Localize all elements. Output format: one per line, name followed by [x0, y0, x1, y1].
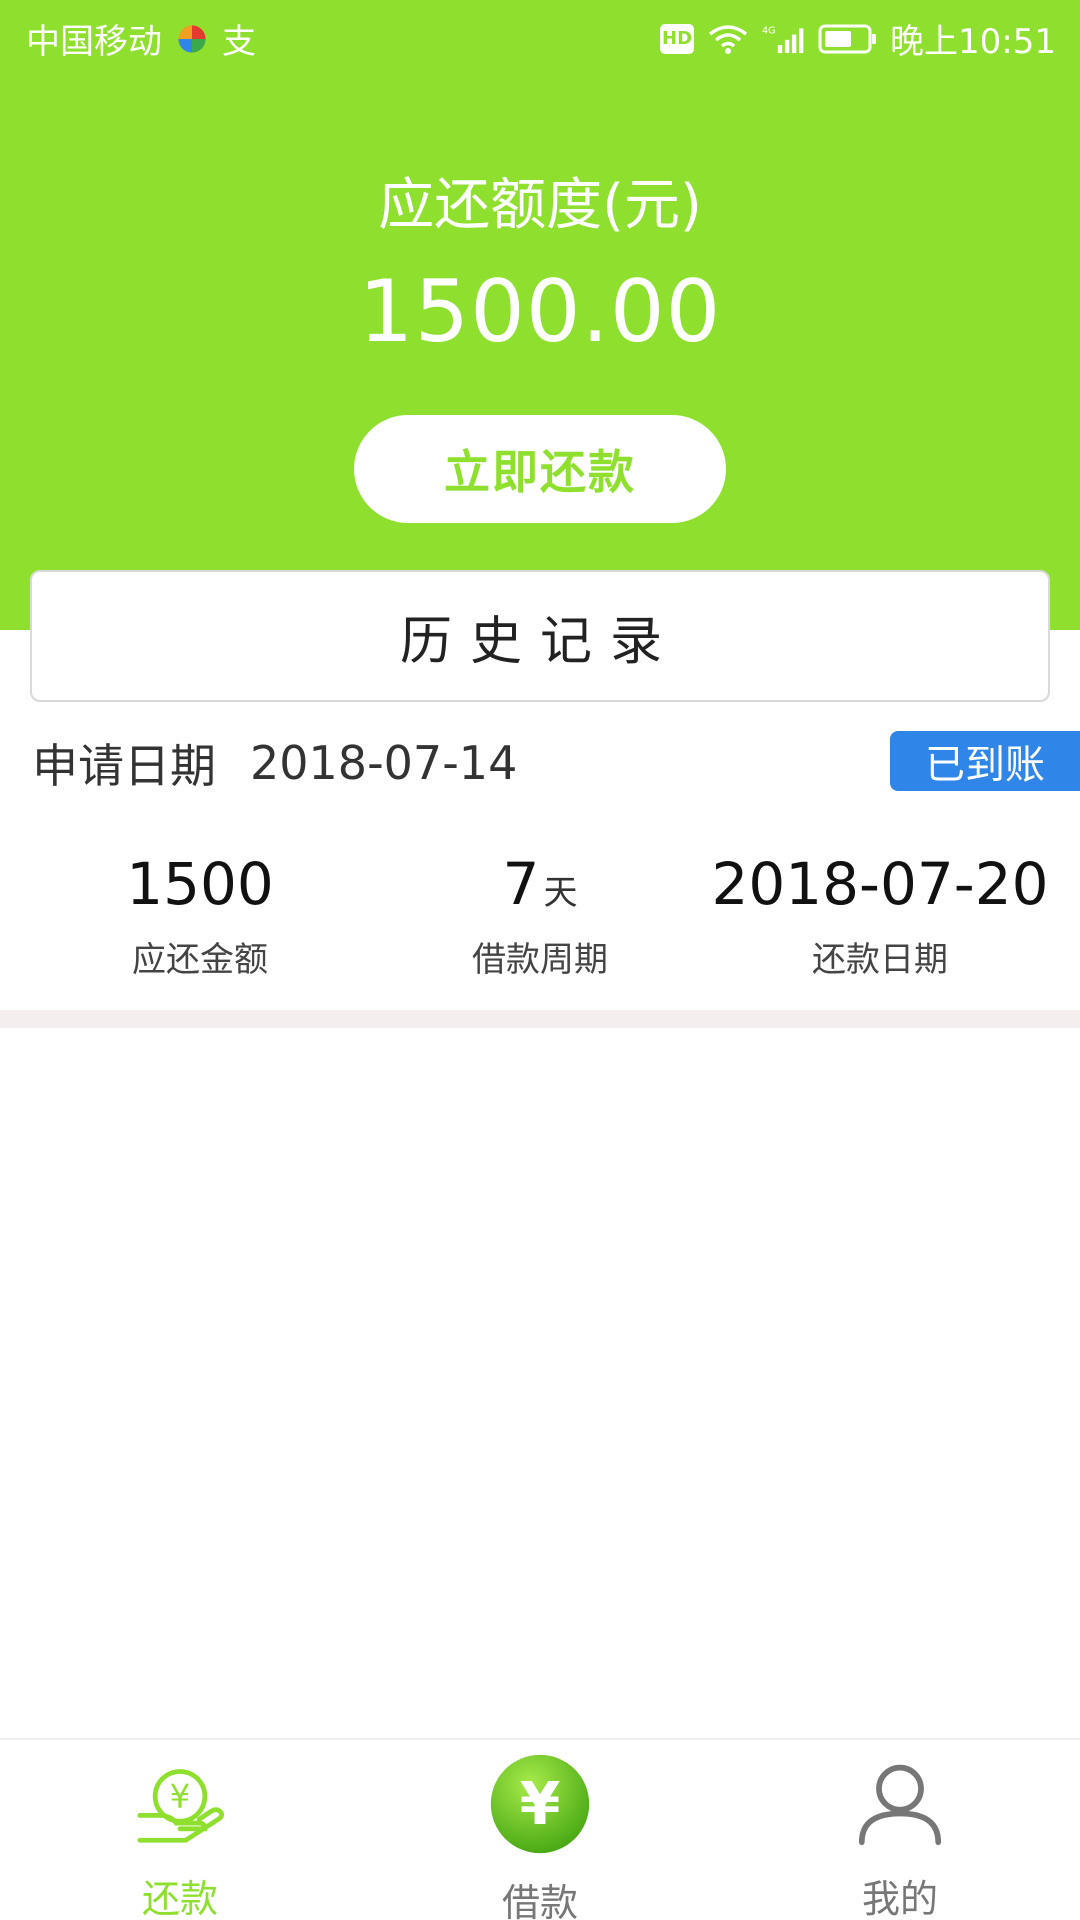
- header-panel: 中国移动 支 HD 4G 晚上10:51 应还额度(元) 1500.00 立即还…: [0, 0, 1080, 630]
- nav-label-repay: 还款: [141, 1877, 218, 1920]
- app-logo-icon: [178, 24, 206, 53]
- network-type-label: 4G: [762, 25, 776, 36]
- stat-period-label: 借款周期: [472, 940, 608, 980]
- stat-period-value: 7: [502, 850, 540, 918]
- nav-item-repay[interactable]: ¥ 还款: [0, 1740, 360, 1920]
- signal-icon: 4G: [762, 25, 804, 53]
- hd-badge: HD: [660, 23, 695, 54]
- status-left: 中国移动 支: [26, 14, 256, 63]
- stat-amount: 1500 应还金额: [20, 850, 380, 981]
- history-title: 历史记录: [399, 611, 680, 672]
- stat-due-date-value: 2018-07-20: [711, 850, 1049, 918]
- due-amount-title: 应还额度(元): [378, 173, 702, 238]
- battery-icon: [818, 24, 877, 53]
- due-amount-value: 1500.00: [358, 262, 722, 362]
- apply-date-row: 申请日期 2018-07-14: [32, 730, 517, 796]
- hand-yen-icon: ¥: [137, 1769, 225, 1843]
- nav-label-mine: 我的: [861, 1877, 938, 1920]
- stat-amount-value: 1500: [126, 850, 274, 918]
- alipay-icon: 支: [222, 22, 256, 62]
- yen-circle-icon: ¥: [490, 1754, 590, 1854]
- carrier-label: 中国移动: [26, 22, 162, 62]
- status-badge: 已到账: [890, 731, 1080, 791]
- status-right: HD 4G 晚上10:51: [660, 14, 1056, 63]
- history-card[interactable]: 历史记录: [30, 570, 1050, 702]
- repay-now-button[interactable]: 立即还款: [354, 415, 726, 523]
- clock-label: 晚上10:51: [890, 22, 1056, 62]
- loan-record[interactable]: 申请日期 2018-07-14 已到账 1500 应还金额 7天 借款周期 20…: [0, 720, 1080, 1010]
- apply-date-value: 2018-07-14: [250, 736, 518, 790]
- svg-text:¥: ¥: [170, 1778, 191, 1816]
- person-icon: [858, 1764, 942, 1846]
- wifi-icon: [708, 24, 748, 54]
- stat-period-unit: 天: [543, 873, 578, 913]
- stat-period: 7天 借款周期: [360, 850, 720, 981]
- status-bar: 中国移动 支 HD 4G 晚上10:51: [0, 0, 1080, 76]
- nav-item-mine[interactable]: 我的: [720, 1740, 1080, 1920]
- nav-item-borrow[interactable]: ¥ 借款: [360, 1740, 720, 1920]
- bottom-nav: ¥ 还款 ¥ 借款 我的: [0, 1738, 1080, 1920]
- section-divider: [0, 1010, 1080, 1028]
- stat-due-date: 2018-07-20 还款日期: [700, 850, 1060, 981]
- stat-due-date-label: 还款日期: [812, 940, 948, 980]
- apply-date-label: 申请日期: [32, 739, 216, 793]
- svg-text:¥: ¥: [520, 1770, 561, 1838]
- nav-label-borrow: 借款: [501, 1881, 578, 1920]
- stat-amount-label: 应还金额: [132, 940, 268, 980]
